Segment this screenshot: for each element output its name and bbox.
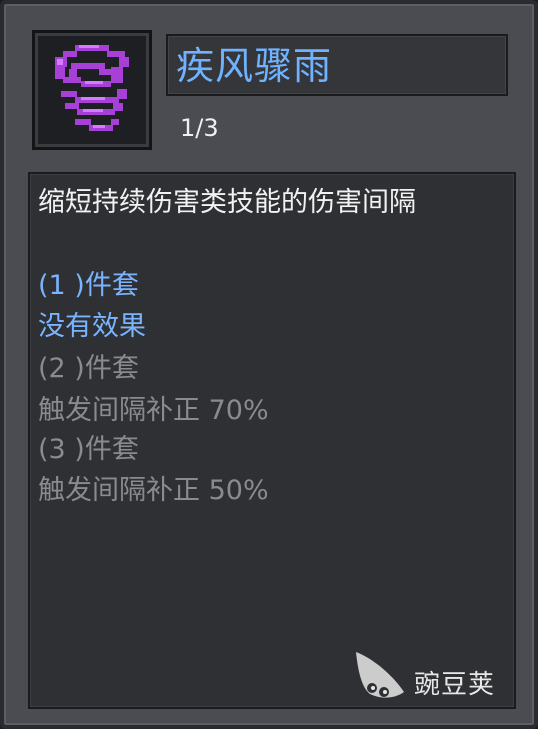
skill-name: 疾风骤雨 — [176, 44, 333, 88]
set-2-effect: 触发间隔补正 70% — [38, 395, 269, 426]
description-text: 缩短持续伤害类技能的伤害间隔 — [38, 187, 416, 218]
watermark-text: 豌豆荚 — [414, 670, 496, 700]
skill-tooltip-panel: 疾风骤雨 1/3 缩短持续伤害类技能的伤害间隔 (1 )件套 没有效果 (2 )… — [0, 0, 538, 729]
set-3-label: (3 )件套 — [38, 434, 139, 465]
set-1-effect: 没有效果 — [38, 311, 146, 342]
set-2-label: (2 )件套 — [38, 353, 139, 384]
skill-icon-frame — [32, 30, 152, 150]
skill-description-box: 缩短持续伤害类技能的伤害间隔 (1 )件套 没有效果 (2 )件套 触发间隔补正… — [28, 172, 516, 709]
tornado-icon — [41, 39, 143, 141]
skill-level: 1/3 — [180, 114, 219, 142]
pea-pod-logo-icon — [356, 652, 404, 698]
set-3-effect: 触发间隔补正 50% — [38, 475, 269, 506]
watermark: 豌豆荚 — [352, 648, 512, 704]
set-1-label: (1 )件套 — [38, 270, 139, 301]
skill-name-box: 疾风骤雨 — [166, 34, 508, 96]
